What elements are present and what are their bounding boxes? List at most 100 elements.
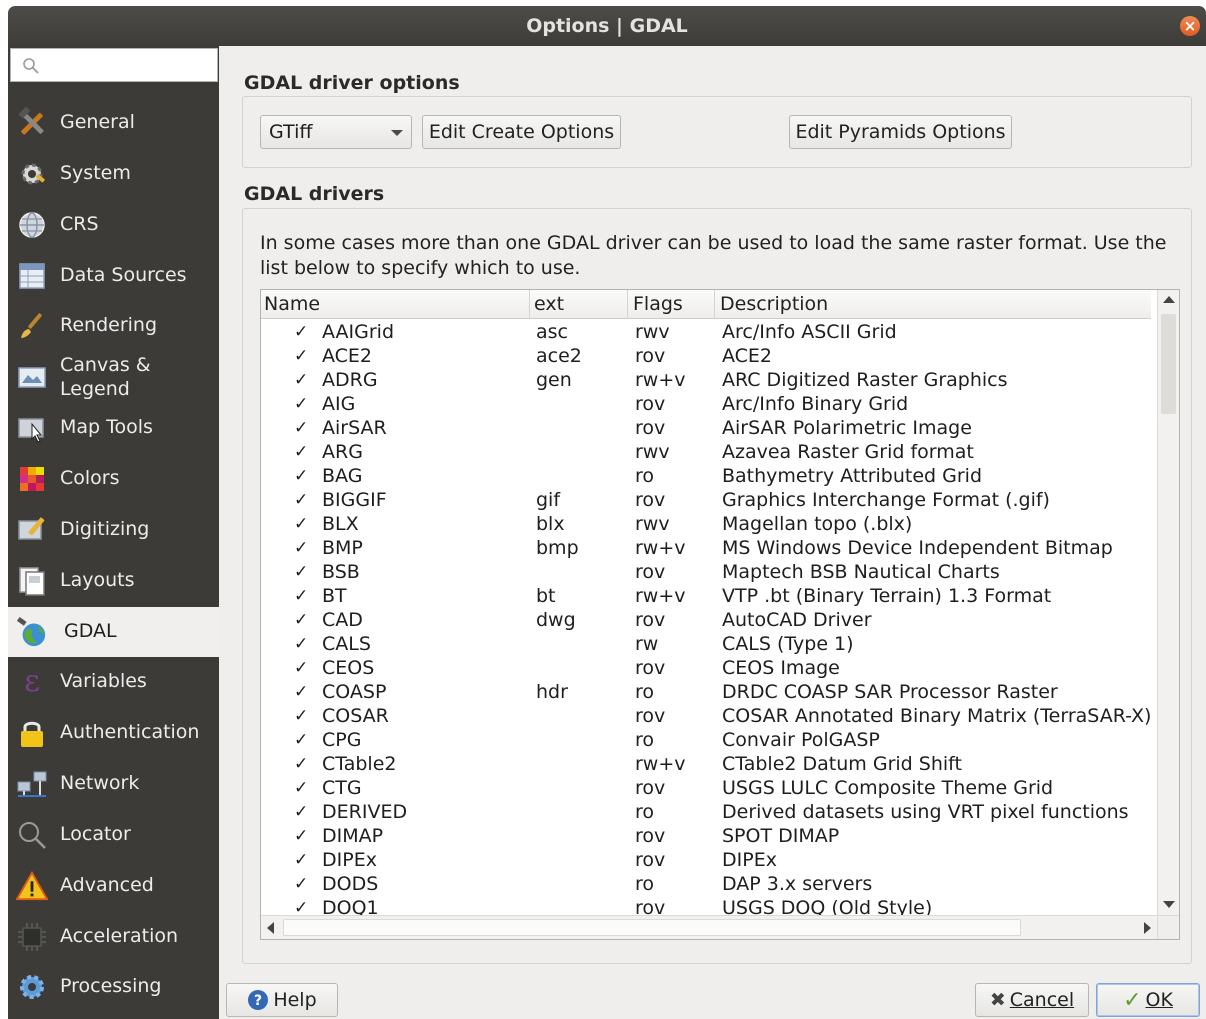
sidebar-item-advanced[interactable]: Advanced bbox=[8, 861, 219, 911]
driver-checkbox[interactable]: ✓ bbox=[294, 728, 308, 752]
sidebar-item-general[interactable]: General bbox=[8, 98, 219, 148]
table-row[interactable]: ✓ BIGGIF gif rov Graphics Interchange Format… bbox=[261, 488, 1151, 512]
cancel-button[interactable]: ✖ Cancel bbox=[975, 983, 1089, 1017]
driver-checkbox[interactable]: ✓ bbox=[294, 704, 308, 728]
sidebar-item-crs[interactable]: CRS bbox=[8, 200, 219, 250]
main-panel: GDAL driver options GTiff Edit Create Op… bbox=[219, 46, 1206, 1019]
table-row[interactable]: ✓ BAG ro Bathymetry Attributed Grid bbox=[261, 464, 1151, 488]
table-row[interactable]: ✓ AAIGrid asc rwv Arc/Info ASCII Grid bbox=[261, 320, 1151, 344]
sidebar-item-label: Map Tools bbox=[60, 416, 153, 438]
driver-checkbox[interactable]: ✓ bbox=[294, 536, 308, 560]
sidebar-item-map-tools[interactable]: Map Tools bbox=[8, 403, 219, 453]
driver-flags: rov bbox=[635, 417, 666, 439]
column-header-description[interactable]: Description bbox=[720, 293, 828, 315]
sidebar-item-data-sources[interactable]: Data Sources bbox=[8, 251, 219, 301]
table-row[interactable]: ✓ CALS rw CALS (Type 1) bbox=[261, 632, 1151, 656]
close-button[interactable]: × bbox=[1180, 16, 1200, 36]
svg-text:?: ? bbox=[254, 993, 262, 1009]
driver-checkbox[interactable]: ✓ bbox=[294, 512, 308, 536]
table-icon bbox=[16, 260, 48, 292]
table-row[interactable]: ✓ CTG rov USGS LULC Composite Theme Grid bbox=[261, 776, 1151, 800]
search-input[interactable] bbox=[10, 48, 218, 82]
driver-name: DIMAP bbox=[322, 825, 384, 847]
driver-flags: rwv bbox=[635, 441, 670, 463]
table-row[interactable]: ✓ BSB rov Maptech BSB Nautical Charts bbox=[261, 560, 1151, 584]
driver-checkbox[interactable]: ✓ bbox=[294, 464, 308, 488]
scroll-thumb[interactable] bbox=[283, 919, 1021, 936]
driver-checkbox[interactable]: ✓ bbox=[294, 368, 308, 392]
driver-checkbox[interactable]: ✓ bbox=[294, 848, 308, 872]
driver-checkbox[interactable]: ✓ bbox=[294, 584, 308, 608]
vertical-scrollbar[interactable] bbox=[1157, 290, 1179, 916]
driver-checkbox[interactable]: ✓ bbox=[294, 896, 308, 916]
driver-name: CPG bbox=[322, 729, 362, 751]
sidebar-item-canvas-legend[interactable]: Canvas & Legend bbox=[8, 352, 219, 402]
edit-create-options-button[interactable]: Edit Create Options bbox=[422, 115, 621, 149]
sidebar-item-layouts[interactable]: Layouts bbox=[8, 556, 219, 606]
column-header-name[interactable]: Name bbox=[264, 293, 320, 315]
sidebar-item-digitizing[interactable]: Digitizing bbox=[8, 505, 219, 555]
horizontal-scrollbar[interactable] bbox=[261, 915, 1179, 939]
table-row[interactable]: ✓ BLX blx rwv Magellan topo (.blx) bbox=[261, 512, 1151, 536]
scroll-down-icon[interactable] bbox=[1163, 901, 1175, 908]
help-button[interactable]: ? Help bbox=[226, 983, 338, 1017]
driver-select[interactable]: GTiff bbox=[260, 115, 412, 149]
table-row[interactable]: ✓ CEOS rov CEOS Image bbox=[261, 656, 1151, 680]
driver-checkbox[interactable]: ✓ bbox=[294, 824, 308, 848]
driver-checkbox[interactable]: ✓ bbox=[294, 752, 308, 776]
sidebar-item-rendering[interactable]: Rendering bbox=[8, 301, 219, 351]
driver-checkbox[interactable]: ✓ bbox=[294, 416, 308, 440]
scroll-up-icon[interactable] bbox=[1163, 296, 1175, 303]
driver-checkbox[interactable]: ✓ bbox=[294, 632, 308, 656]
scroll-right-icon[interactable] bbox=[1144, 922, 1151, 934]
table-row[interactable]: ✓ CAD dwg rov AutoCAD Driver bbox=[261, 608, 1151, 632]
table-row[interactable]: ✓ AirSAR rov AirSAR Polarimetric Image bbox=[261, 416, 1151, 440]
table-row[interactable]: ✓ BT bt rw+v VTP .bt (Binary Terrain) 1.3 Fo… bbox=[261, 584, 1151, 608]
table-row[interactable]: ✓ ADRG gen rw+v ARC Digitized Raster Graphic… bbox=[261, 368, 1151, 392]
sidebar-item-locator[interactable]: Locator bbox=[8, 810, 219, 860]
table-row[interactable]: ✓ COSAR rov COSAR Annotated Binary Matrix (… bbox=[261, 704, 1151, 728]
driver-description: MS Windows Device Independent Bitmap bbox=[722, 537, 1113, 559]
table-row[interactable]: ✓ DIPEx rov DIPEx bbox=[261, 848, 1151, 872]
sidebar-item-variables[interactable]: ε Variables bbox=[8, 657, 219, 707]
column-header-flags[interactable]: Flags bbox=[633, 293, 683, 315]
table-row[interactable]: ✓ COASP hdr ro DRDC COASP SAR Processor Rast… bbox=[261, 680, 1151, 704]
table-row[interactable]: ✓ BMP bmp rw+v MS Windows Device Independent… bbox=[261, 536, 1151, 560]
table-row[interactable]: ✓ DOQ1 rov USGS DOQ (Old Style) bbox=[261, 896, 1151, 916]
sidebar-item-colors[interactable]: Colors bbox=[8, 454, 219, 504]
driver-checkbox[interactable]: ✓ bbox=[294, 872, 308, 896]
sidebar-item-acceleration[interactable]: Acceleration bbox=[8, 912, 219, 962]
sidebar-item-network[interactable]: Network bbox=[8, 759, 219, 809]
scroll-left-icon[interactable] bbox=[267, 922, 274, 934]
table-row[interactable]: ✓ DERIVED ro Derived datasets using VRT pix… bbox=[261, 800, 1151, 824]
driver-checkbox[interactable]: ✓ bbox=[294, 776, 308, 800]
driver-checkbox[interactable]: ✓ bbox=[294, 656, 308, 680]
driver-checkbox[interactable]: ✓ bbox=[294, 680, 308, 704]
driver-checkbox[interactable]: ✓ bbox=[294, 320, 308, 344]
driver-checkbox[interactable]: ✓ bbox=[294, 560, 308, 584]
sidebar-item-system[interactable]: System bbox=[8, 149, 219, 199]
driver-checkbox[interactable]: ✓ bbox=[294, 440, 308, 464]
ok-button[interactable]: ✓ OK bbox=[1096, 983, 1200, 1017]
driver-name: BT bbox=[322, 585, 347, 607]
sidebar-item-gdal[interactable]: GDAL bbox=[8, 607, 219, 657]
column-header-ext[interactable]: ext bbox=[534, 293, 564, 315]
driver-checkbox[interactable]: ✓ bbox=[294, 392, 308, 416]
table-row[interactable]: ✓ DIMAP rov SPOT DIMAP bbox=[261, 824, 1151, 848]
driver-flags: rov bbox=[635, 345, 666, 367]
edit-pyramids-options-button[interactable]: Edit Pyramids Options bbox=[789, 115, 1012, 149]
driver-checkbox[interactable]: ✓ bbox=[294, 800, 308, 824]
sidebar-item-processing[interactable]: Processing bbox=[8, 962, 219, 1012]
driver-flags: rw+v bbox=[635, 537, 686, 559]
table-row[interactable]: ✓ CPG ro Convair PolGASP bbox=[261, 728, 1151, 752]
table-row[interactable]: ✓ ARG rwv Azavea Raster Grid format bbox=[261, 440, 1151, 464]
table-row[interactable]: ✓ DODS ro DAP 3.x servers bbox=[261, 872, 1151, 896]
table-row[interactable]: ✓ ACE2 ace2 rov ACE2 bbox=[261, 344, 1151, 368]
driver-checkbox[interactable]: ✓ bbox=[294, 608, 308, 632]
driver-checkbox[interactable]: ✓ bbox=[294, 344, 308, 368]
table-row[interactable]: ✓ CTable2 rw+v CTable2 Datum Grid Shift bbox=[261, 752, 1151, 776]
scroll-thumb[interactable] bbox=[1161, 314, 1176, 414]
table-row[interactable]: ✓ AIG rov Arc/Info Binary Grid bbox=[261, 392, 1151, 416]
driver-checkbox[interactable]: ✓ bbox=[294, 488, 308, 512]
sidebar-item-authentication[interactable]: Authentication bbox=[8, 708, 219, 758]
